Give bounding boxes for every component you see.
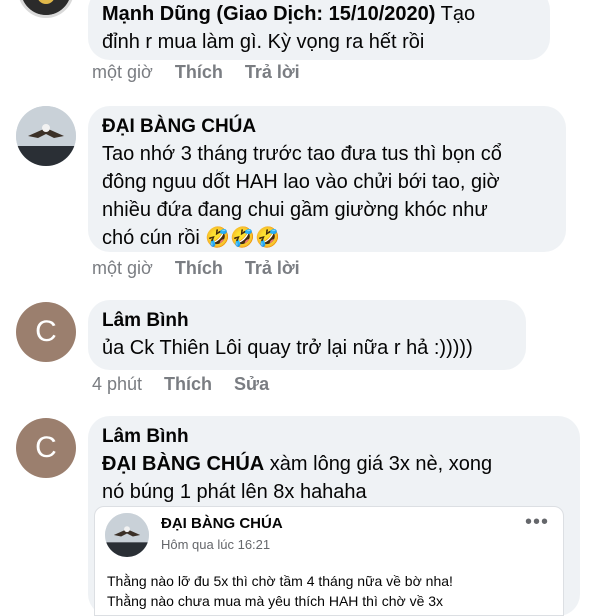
comment-author[interactable]: ĐẠI BÀNG CHÚA: [102, 116, 552, 138]
shared-post-timestamp[interactable]: Hôm qua lúc 16:21: [161, 537, 270, 552]
avatar-letter: C: [35, 431, 57, 464]
comment-text: Tao nhớ 3 tháng trước tao đưa tus thì bọ…: [102, 143, 502, 165]
comment-time[interactable]: một giờ: [92, 258, 153, 279]
shared-post-text: Thằng nào chưa mua mà yêu thích HAH thì …: [107, 593, 444, 609]
comment-bubble: Lâm Bình ủa Ck Thiên Lôi quay trở lại nữ…: [88, 300, 526, 370]
comment-bubble: ĐẠI BÀNG CHÚA Tao nhớ 3 tháng trước tao …: [88, 106, 566, 252]
avatar-image-icon: [23, 0, 69, 15]
shared-post-text: Thằng nào lỡ đu 5x thì chờ tầm 4 tháng n…: [107, 573, 453, 589]
reply-button[interactable]: Trả lời: [245, 258, 300, 279]
comment-text: đỉnh r mua làm gì. Kỳ vọng ra hết rồi: [102, 31, 425, 53]
eagle-avatar-icon: [16, 106, 76, 166]
comment-text: chó cún rồi 🤣🤣🤣: [102, 227, 281, 249]
like-button[interactable]: Thích: [164, 374, 212, 395]
comment-bubble: Mạnh Dũng (Giao Dịch: 15/10/2020) Tạo đỉ…: [88, 0, 550, 60]
shared-post-avatar[interactable]: [105, 513, 149, 557]
comment-actions: một giờ Thích Trả lời: [92, 62, 300, 83]
avatar-letter: C: [35, 315, 57, 348]
reply-button[interactable]: Trả lời: [245, 62, 300, 83]
more-options-icon[interactable]: •••: [525, 511, 549, 534]
avatar[interactable]: C: [16, 302, 76, 362]
mention-link[interactable]: ĐẠI BÀNG CHÚA: [102, 453, 264, 475]
comment-actions: một giờ Thích Trả lời: [92, 258, 300, 279]
like-button[interactable]: Thích: [175, 62, 223, 83]
comment-time[interactable]: một giờ: [92, 62, 153, 83]
edit-button[interactable]: Sửa: [234, 374, 269, 395]
comment-text: nhiều đứa đang chui gầm giường khóc như: [102, 199, 488, 221]
comment-time[interactable]: 4 phút: [92, 374, 142, 395]
avatar[interactable]: [18, 0, 74, 18]
comment-author[interactable]: Lâm Bình: [102, 310, 512, 332]
like-button[interactable]: Thích: [175, 258, 223, 279]
eagle-avatar-icon: [105, 513, 149, 557]
comment-author[interactable]: Mạnh Dũng (Giao Dịch: 15/10/2020): [102, 3, 435, 25]
comment-text: nó búng 1 phát lên 8x hahaha: [102, 481, 367, 503]
avatar[interactable]: C: [16, 418, 76, 478]
shared-post-author[interactable]: ĐẠI BÀNG CHÚA: [161, 515, 283, 532]
comment-actions: 4 phút Thích Sửa: [92, 374, 269, 395]
comment-author[interactable]: Lâm Bình: [102, 426, 566, 448]
comment-text: Tạo: [440, 3, 476, 25]
comment-text: đông nguu dốt HAH lao vào chửi bới tao, …: [102, 171, 500, 193]
avatar[interactable]: [16, 106, 76, 166]
comment-text-line: ĐẠI BÀNG CHÚA xàm lông giá 3x nè, xong: [102, 450, 566, 478]
comment-text: ủa Ck Thiên Lôi quay trở lại nữa r hả :)…: [102, 337, 473, 359]
comment-text: xàm lông giá 3x nè, xong: [269, 453, 493, 475]
comment-text-line: Mạnh Dũng (Giao Dịch: 15/10/2020) Tạo: [102, 0, 536, 28]
